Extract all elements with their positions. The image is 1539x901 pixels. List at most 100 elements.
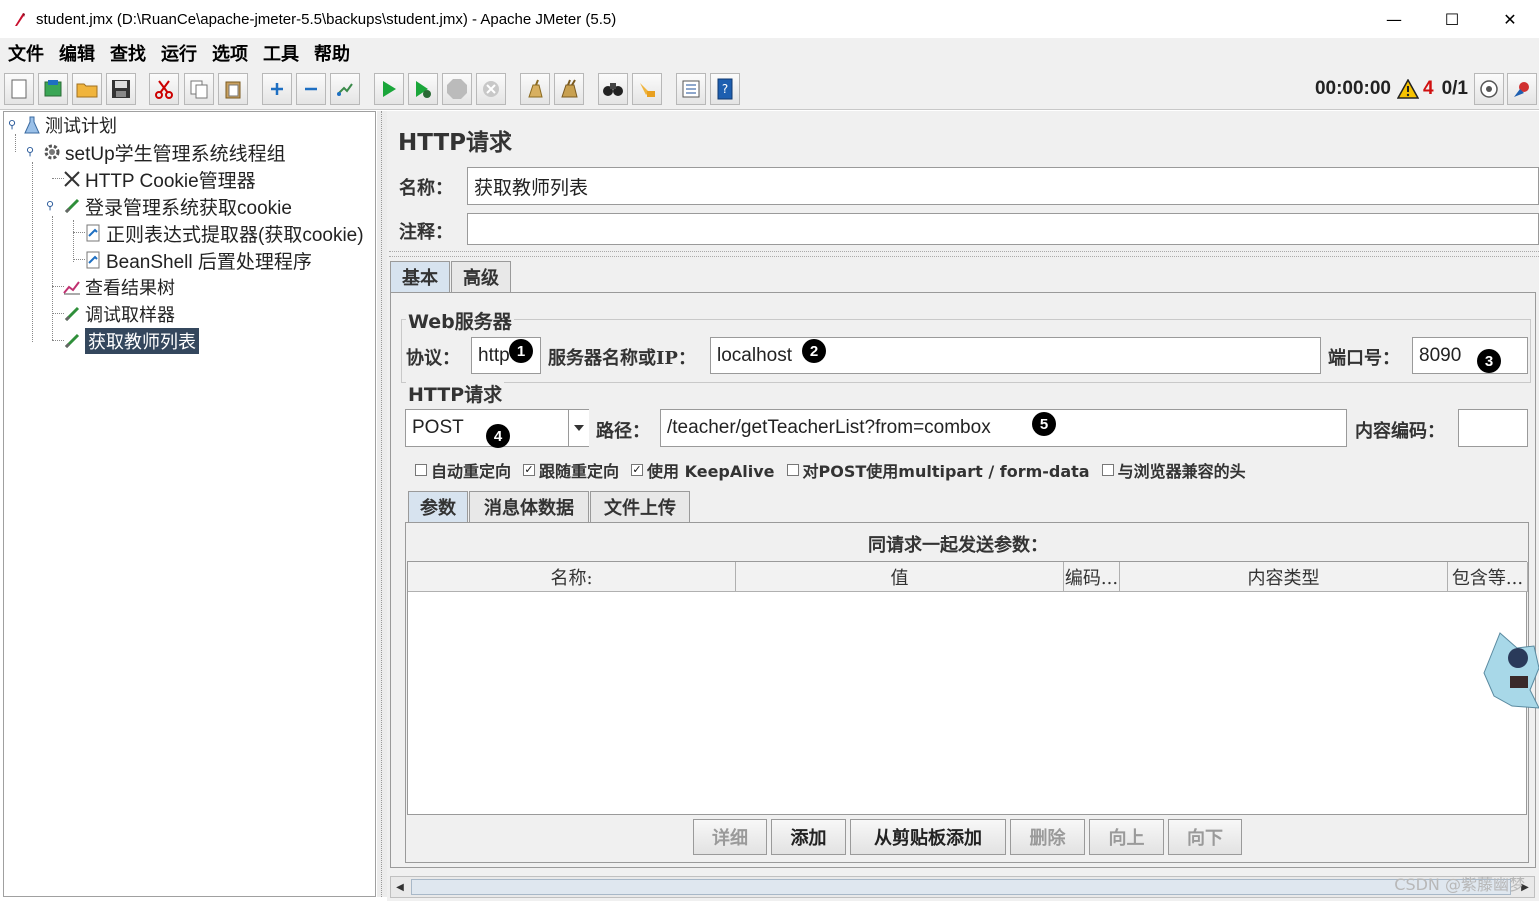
reset-search-button[interactable] — [632, 73, 662, 105]
stop-icon — [447, 79, 467, 99]
tree-item-login-sampler[interactable]: 登录管理系统获取cookie — [62, 193, 292, 219]
tree-item-debug-sampler[interactable]: 调试取样器 — [62, 301, 175, 327]
wrench-icon — [62, 169, 82, 189]
list-icon — [682, 80, 700, 98]
column-encode[interactable]: 编码... — [1064, 562, 1120, 592]
help-button[interactable]: ? — [710, 73, 740, 105]
auto-redirect-checkbox[interactable] — [415, 464, 427, 476]
tree-item-view-results-tree[interactable]: 查看结果树 — [62, 274, 175, 300]
maximize-icon: ☐ — [1444, 9, 1460, 29]
parameters-table[interactable]: 名称: 值 编码... 内容类型 包含等... — [407, 561, 1528, 815]
tree-item-cookie-manager[interactable]: HTTP Cookie管理器 — [62, 166, 256, 192]
scroll-thumb[interactable] — [411, 879, 1511, 895]
menu-edit[interactable]: 编辑 — [59, 40, 95, 66]
tab-advanced[interactable]: 高级 — [451, 261, 511, 292]
server-field[interactable]: localhost — [710, 337, 1321, 374]
tree-item-thread-group[interactable]: setUp学生管理系统线程组 — [42, 139, 286, 165]
new-button[interactable] — [4, 73, 34, 105]
menu-bar: 文件 编辑 查找 运行 选项 工具 帮助 — [0, 38, 1539, 68]
warning-icon[interactable] — [1397, 79, 1419, 99]
clear-all-button[interactable] — [554, 73, 584, 105]
tree-item-test-plan[interactable]: 测试计划 — [22, 112, 117, 138]
name-field[interactable]: 获取教师列表 — [467, 167, 1539, 205]
collapse-all-button[interactable] — [296, 73, 326, 105]
delete-button[interactable]: 删除 — [1010, 819, 1085, 855]
tree-label: 测试计划 — [45, 116, 117, 137]
move-up-button[interactable]: 向上 — [1089, 819, 1164, 855]
encoding-field[interactable] — [1458, 409, 1528, 447]
port-field[interactable]: 8090 — [1412, 337, 1528, 374]
path-field[interactable]: /teacher/getTeacherList?from=combox — [660, 409, 1347, 447]
broom-all-icon — [561, 79, 578, 98]
open-folder-icon — [76, 83, 98, 98]
shutdown-button[interactable] — [476, 73, 506, 105]
menu-tools[interactable]: 工具 — [263, 40, 299, 66]
add-from-clipboard-button[interactable]: 从剪贴板添加 — [850, 819, 1006, 855]
tab-file-upload[interactable]: 文件上传 — [590, 491, 690, 522]
move-down-button[interactable]: 向下 — [1168, 819, 1242, 855]
horizontal-scrollbar[interactable]: ◀ ▶ — [390, 876, 1535, 898]
templates-button[interactable] — [38, 73, 68, 105]
post-processor-icon — [83, 223, 103, 243]
toggle-button[interactable] — [330, 73, 360, 105]
expander-login-sampler[interactable]: ⚲ — [46, 199, 54, 212]
column-name[interactable]: 名称: — [408, 562, 736, 592]
start-no-pauses-button[interactable] — [408, 73, 438, 105]
encoding-label: 内容编码： — [1355, 421, 1445, 442]
clear-button[interactable] — [520, 73, 550, 105]
menu-run[interactable]: 运行 — [161, 40, 197, 66]
follow-redirect-checkbox[interactable]: ✓ — [523, 464, 536, 476]
menu-options[interactable]: 选项 — [212, 40, 248, 66]
divider — [389, 251, 1539, 257]
menu-search[interactable]: 查找 — [110, 40, 146, 66]
server-label: 服务器名称或IP： — [548, 348, 696, 369]
column-include-equals[interactable]: 包含等... — [1448, 562, 1528, 592]
comment-field[interactable] — [467, 213, 1539, 245]
log-viewer-button[interactable] — [1507, 73, 1537, 105]
detail-button[interactable]: 详细 — [693, 819, 767, 855]
copy-button[interactable] — [184, 73, 214, 105]
tab-body-data[interactable]: 消息体数据 — [469, 491, 589, 522]
column-value[interactable]: 值 — [736, 562, 1064, 592]
expander-thread-group[interactable]: ⚲ — [26, 145, 34, 158]
start-button[interactable] — [374, 73, 404, 105]
minimize-button[interactable]: — — [1365, 0, 1423, 38]
tree-item-get-teacher-list[interactable]: 获取教师列表 — [62, 328, 199, 354]
scissors-icon — [155, 80, 173, 99]
chevron-down-icon — [574, 425, 584, 431]
cut-button[interactable] — [149, 73, 179, 105]
pipette-icon — [62, 196, 82, 216]
tab-parameters[interactable]: 参数 — [408, 491, 468, 522]
tree-label: 登录管理系统获取cookie — [85, 197, 292, 219]
tree-label-selected: 获取教师列表 — [85, 328, 199, 354]
save-button[interactable] — [106, 73, 136, 105]
scroll-left-arrow[interactable]: ◀ — [391, 877, 409, 897]
add-button[interactable]: 添加 — [771, 819, 846, 855]
tab-basic[interactable]: 基本 — [390, 261, 450, 292]
test-plan-icon — [22, 115, 42, 135]
warning-count[interactable]: 4 — [1423, 78, 1434, 100]
panel-splitter[interactable] — [377, 111, 387, 897]
toolbar: ? — [0, 68, 1539, 110]
tree-item-regex-extractor[interactable]: 正则表达式提取器(获取cookie) — [83, 220, 364, 246]
expand-all-button[interactable] — [262, 73, 292, 105]
menu-file[interactable]: 文件 — [8, 40, 44, 66]
keepalive-checkbox[interactable]: ✓ — [631, 464, 644, 476]
expander-test-plan[interactable]: ⚲ — [8, 118, 16, 131]
browser-headers-checkbox[interactable] — [1101, 464, 1114, 476]
search-button[interactable] — [598, 73, 628, 105]
multipart-checkbox[interactable] — [786, 464, 799, 476]
column-content-type[interactable]: 内容类型 — [1120, 562, 1448, 592]
paste-button[interactable] — [218, 73, 248, 105]
stop-button[interactable] — [442, 73, 472, 105]
method-dropdown-arrow[interactable] — [568, 410, 589, 446]
annotation-badge-5: 5 — [1032, 412, 1056, 436]
close-button[interactable]: ✕ — [1481, 0, 1539, 38]
remote-button[interactable] — [1474, 73, 1504, 105]
maximize-button[interactable]: ☐ — [1423, 0, 1481, 38]
sampler-editor: HTTP请求 名称： 获取教师列表 注释： 基本 高级 Web服务器 协议： h… — [387, 111, 1539, 901]
tree-item-beanshell-postprocessor[interactable]: BeanShell 后置处理程序 — [83, 247, 312, 273]
menu-help[interactable]: 帮助 — [314, 40, 350, 66]
function-helper-button[interactable] — [676, 73, 706, 105]
open-button[interactable] — [72, 73, 102, 105]
